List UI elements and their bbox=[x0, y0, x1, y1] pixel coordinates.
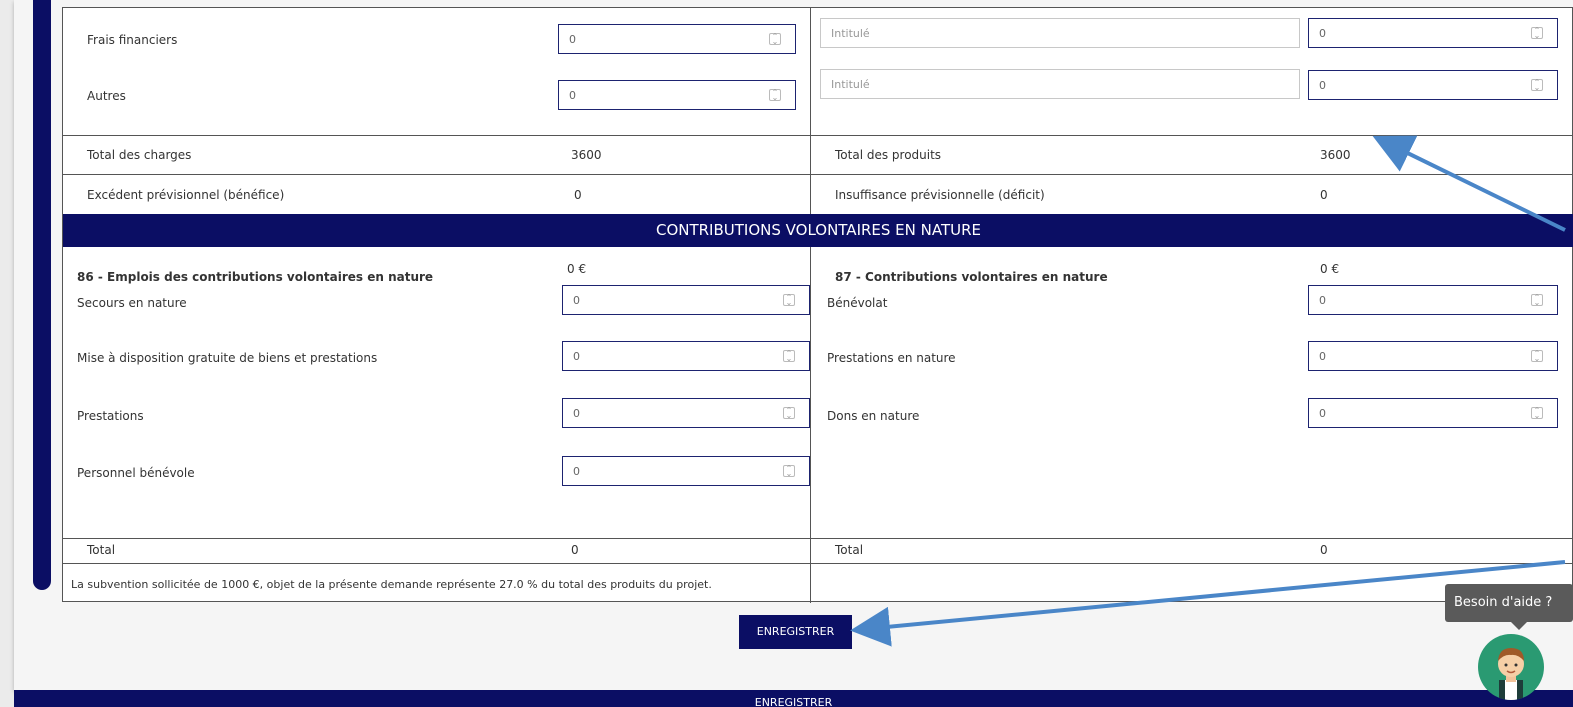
annotation-arrows bbox=[850, 135, 1566, 647]
avatar-illustration bbox=[1498, 648, 1524, 700]
help-tooltip-text: Besoin d'aide ? bbox=[1454, 595, 1553, 610]
user-avatar-icon[interactable] bbox=[1478, 634, 1544, 700]
arrow-to-total-produits bbox=[1372, 135, 1566, 232]
help-tooltip: Besoin d'aide ? bbox=[1445, 584, 1573, 622]
tooltip-arrow bbox=[1511, 622, 1527, 630]
